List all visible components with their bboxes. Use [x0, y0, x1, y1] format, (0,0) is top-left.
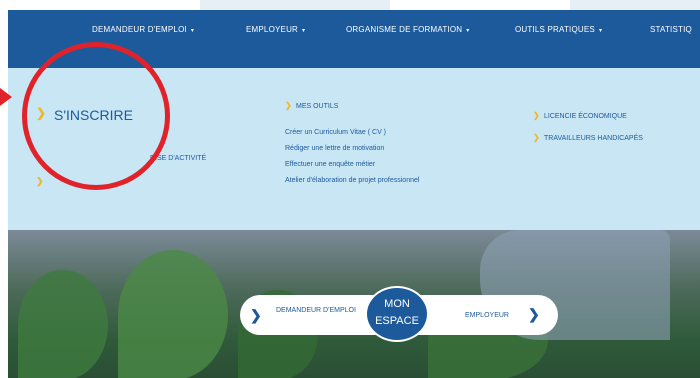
link-enquete-metier[interactable]: Effectuer une enquête métier [285, 161, 375, 168]
caret-down-icon: ▾ [302, 28, 306, 34]
espace-employeur-link[interactable]: EMPLOYEUR [452, 311, 522, 320]
nav-statistiques[interactable]: STATISTIQ [650, 25, 692, 34]
blue-seal-icon: ❯ [250, 307, 262, 323]
nav-demandeur-emploi[interactable]: DEMANDEUR D'EMPLOI ▾ [92, 25, 194, 34]
link-lettre-motivation[interactable]: Rédiger une lettre de motivation [285, 145, 384, 152]
caret-down-icon: ▾ [598, 28, 603, 34]
caret-down-icon: ▾ [190, 28, 195, 34]
leaf-shape [18, 270, 108, 378]
yellow-bullet-icon: ❯ [533, 111, 540, 120]
nav-organisme-formation[interactable]: ORGANISME DE FORMATION ▾ [346, 25, 469, 34]
yellow-bullet-icon: ❯ [36, 176, 44, 186]
mes-outils-title: MES OUTILS [296, 103, 339, 110]
menu-item-reprise-activite[interactable]: RISE D'ACTIVITÉ [150, 155, 206, 162]
caret-down-icon: ▾ [466, 28, 470, 34]
nav-outils-pratiques[interactable]: OUTILS PRATIQUES ▾ [515, 25, 602, 34]
blue-seal-icon: ❯ [528, 306, 540, 322]
mon-espace-line2: ESPACE [375, 315, 419, 327]
espace-demandeur-emploi-link[interactable]: DEMANDEUR D'EMPLOI [276, 306, 356, 315]
link-licencie-economique[interactable]: LICENCIE ÉCONOMIQUE [544, 113, 627, 120]
nav-employeur[interactable]: EMPLOYEUR ▾ [246, 25, 305, 34]
yellow-bullet-icon: ❯ [533, 133, 540, 142]
annotation-arrow-icon [0, 88, 12, 106]
link-travailleurs-handicapes[interactable]: TRAVAILLEURS HANDICAPÉS [544, 135, 643, 142]
mon-espace-line1: MON [384, 298, 410, 310]
mon-espace-button[interactable] [365, 286, 429, 342]
leaf-shape [118, 250, 228, 378]
link-creer-cv[interactable]: Créer un Curriculum Vitae ( CV ) [285, 129, 386, 136]
link-atelier-projet[interactable]: Atelier d'élaboration de projet professi… [285, 177, 419, 184]
annotation-circle [22, 42, 170, 190]
yellow-bullet-icon: ❯ [285, 101, 292, 110]
